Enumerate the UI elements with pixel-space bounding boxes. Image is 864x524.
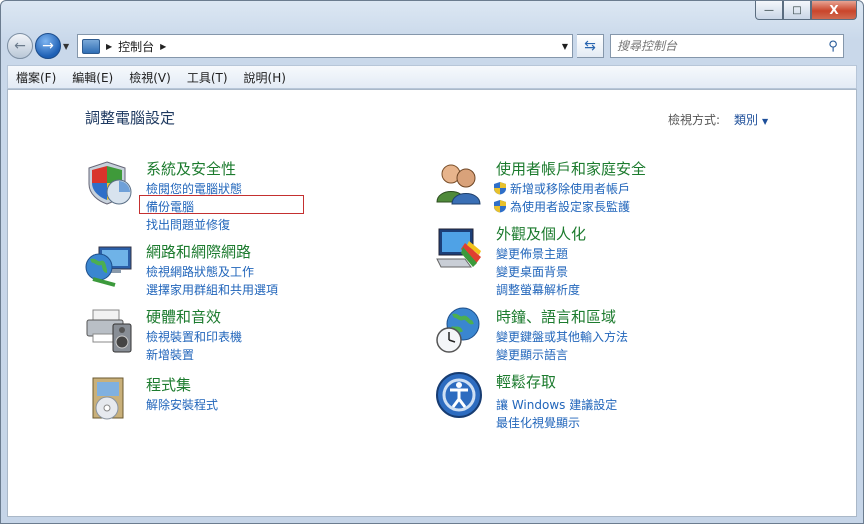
refresh-button[interactable]: ⇆: [577, 34, 604, 58]
view-by-dropdown[interactable]: 類別 ▼: [734, 111, 768, 128]
highlight-box: [139, 195, 304, 214]
printer-icon[interactable]: [85, 306, 133, 354]
clock-globe-icon[interactable]: [435, 306, 483, 354]
link-change-keyboard[interactable]: 變更鍵盤或其他輸入方法: [496, 328, 628, 345]
main-content: 調整電腦設定 檢視方式: 類別 ▼ 系統及安全性 檢閱您的電腦狀態 備份電腦 找出…: [7, 89, 857, 517]
category-appearance: 外觀及個人化 變更佈景主題 變更桌面背景 調整螢幕解析度: [435, 223, 735, 297]
breadcrumb-control-panel[interactable]: 控制台: [118, 38, 154, 55]
category-title[interactable]: 輕鬆存取: [496, 371, 556, 392]
link-display-language[interactable]: 變更顯示語言: [496, 346, 568, 363]
breadcrumb-chevron-icon[interactable]: ▶: [160, 42, 166, 51]
link-windows-suggest[interactable]: 讓 Windows 建議設定: [496, 396, 617, 413]
menu-edit[interactable]: 編輯(E): [64, 69, 121, 86]
link-change-theme[interactable]: 變更佈景主題: [496, 245, 568, 262]
breadcrumb-chevron-icon[interactable]: ▶: [106, 42, 112, 51]
search-box[interactable]: ⚲: [610, 34, 844, 58]
close-button[interactable]: X: [811, 1, 857, 20]
link-troubleshoot[interactable]: 找出問題並修復: [146, 216, 230, 233]
chevron-down-icon: ▼: [762, 117, 769, 126]
category-title[interactable]: 程式集: [146, 374, 191, 395]
view-by-value: 類別: [734, 113, 759, 127]
caption-buttons: — □ X: [755, 1, 857, 20]
menu-help[interactable]: 說明(H): [236, 69, 294, 86]
search-icon[interactable]: ⚲: [823, 39, 843, 54]
page-title: 調整電腦設定: [85, 109, 176, 127]
back-button[interactable]: ←: [7, 33, 33, 59]
category-title[interactable]: 網路和網際網路: [146, 241, 251, 262]
uac-shield-icon: [494, 182, 506, 195]
search-input[interactable]: [611, 38, 823, 54]
category-network: 網路和網際網路 檢視網路狀態及工作 選擇家用群組和共用選項: [85, 241, 385, 311]
ease-of-access-icon[interactable]: [435, 371, 483, 419]
maximize-button[interactable]: □: [783, 1, 811, 20]
network-icon[interactable]: [85, 241, 133, 289]
link-parental-controls[interactable]: 為使用者設定家長監護: [510, 198, 630, 215]
navigation-bar: ← → ▼ ▶ 控制台 ▶ ▼ ⇆ ⚲: [7, 31, 857, 61]
category-clock-region: 時鐘、語言和區域 變更鍵盤或其他輸入方法 變更顯示語言: [435, 306, 735, 376]
category-ease-of-access: 輕鬆存取 讓 Windows 建議設定 最佳化視覺顯示: [435, 371, 735, 441]
control-panel-window: — □ X ← → ▼ ▶ 控制台 ▶ ▼ ⇆ ⚲ 檔案(F) 編輯(E) 檢視…: [0, 0, 864, 524]
shield-icon[interactable]: [85, 158, 133, 206]
address-dropdown-icon[interactable]: ▼: [557, 41, 572, 51]
category-programs: 程式集 解除安裝程式: [85, 374, 385, 444]
category-title[interactable]: 外觀及個人化: [496, 223, 586, 244]
category-title[interactable]: 時鐘、語言和區域: [496, 306, 616, 327]
display-icon[interactable]: [435, 223, 483, 271]
minimize-button[interactable]: —: [755, 1, 783, 20]
menu-bar: 檔案(F) 編輯(E) 檢視(V) 工具(T) 說明(H): [7, 65, 857, 89]
link-devices-printers[interactable]: 檢視裝置和印表機: [146, 328, 242, 345]
menu-tools[interactable]: 工具(T): [179, 69, 236, 86]
view-by-label: 檢視方式:: [668, 113, 721, 127]
category-hardware-sound: 硬體和音效 檢視裝置和印表機 新增裝置: [85, 306, 385, 376]
link-optimize-visual[interactable]: 最佳化視覺顯示: [496, 414, 580, 431]
forward-button[interactable]: →: [35, 33, 61, 59]
link-uninstall[interactable]: 解除安裝程式: [146, 396, 218, 413]
refresh-icon: ⇆: [584, 38, 596, 54]
link-homegroup[interactable]: 選擇家用群組和共用選項: [146, 281, 278, 298]
category-title[interactable]: 使用者帳戶和家庭安全: [496, 158, 646, 179]
menu-file[interactable]: 檔案(F): [8, 69, 64, 86]
link-change-background[interactable]: 變更桌面背景: [496, 263, 568, 280]
control-panel-icon: [82, 38, 100, 54]
link-add-device[interactable]: 新增裝置: [146, 346, 194, 363]
menu-view[interactable]: 檢視(V): [121, 69, 179, 86]
link-network-status[interactable]: 檢視網路狀態及工作: [146, 263, 254, 280]
category-user-accounts: 使用者帳戶和家庭安全 新增或移除使用者帳戶 為使用者設定家長監護: [435, 158, 735, 228]
address-bar[interactable]: ▶ 控制台 ▶ ▼: [77, 34, 573, 58]
category-title[interactable]: 硬體和音效: [146, 306, 221, 327]
category-title[interactable]: 系統及安全性: [146, 158, 236, 179]
link-add-remove-accounts[interactable]: 新增或移除使用者帳戶: [510, 180, 630, 197]
link-screen-resolution[interactable]: 調整螢幕解析度: [496, 281, 580, 298]
recent-pages-dropdown[interactable]: ▼: [63, 42, 73, 51]
uac-shield-icon: [494, 200, 506, 213]
users-icon[interactable]: [435, 158, 483, 206]
back-arrow-icon: ←: [14, 38, 26, 54]
category-system-security: 系統及安全性 檢閱您的電腦狀態 備份電腦 找出問題並修復: [85, 158, 385, 232]
programs-icon[interactable]: [85, 374, 133, 422]
forward-arrow-icon: →: [42, 38, 54, 54]
